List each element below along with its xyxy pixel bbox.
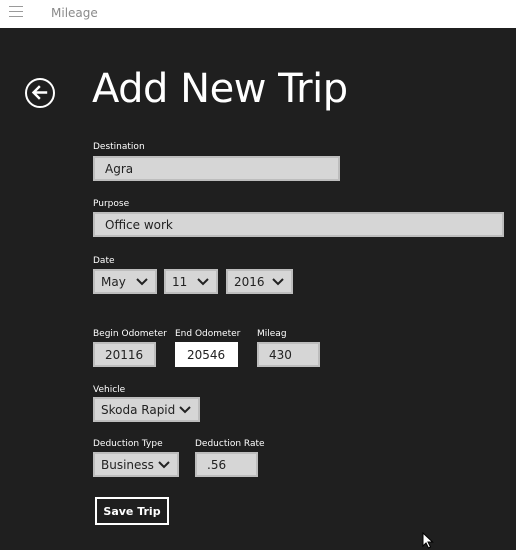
vehicle-select[interactable]: Skoda Rapid [93,397,200,422]
title-bar: Mileage [0,0,516,28]
mileage-label: Mileag [257,329,287,339]
destination-input[interactable] [93,156,340,181]
day-value: 11 [172,274,188,289]
year-select[interactable]: 2016 [226,269,293,294]
purpose-label: Purpose [93,199,130,209]
chevron-down-icon [272,277,284,285]
page-title: Add New Trip [92,66,348,112]
begin-odometer-input[interactable] [93,342,156,367]
end-odometer-label: End Odometer [175,329,241,339]
deduction-type-value: Business [101,457,154,472]
destination-label: Destination [93,142,145,152]
deduction-rate-label: Deduction Rate [195,439,265,449]
save-trip-button[interactable]: Save Trip [95,497,169,525]
app-title: Mileage [51,6,98,20]
month-select[interactable]: May [93,269,157,294]
chevron-down-icon [136,277,148,285]
deduction-type-select[interactable]: Business [93,452,179,477]
month-value: May [101,274,126,289]
purpose-input[interactable] [93,212,504,237]
back-button[interactable] [25,78,55,108]
deduction-type-label: Deduction Type [93,439,163,449]
back-arrow-icon [31,85,48,100]
date-label: Date [93,256,115,266]
year-value: 2016 [234,274,265,289]
day-select[interactable]: 11 [164,269,218,294]
mouse-cursor-icon [422,532,434,549]
vehicle-value: Skoda Rapid [101,402,176,417]
hamburger-icon[interactable] [9,6,23,20]
begin-odometer-label: Begin Odometer [93,329,167,339]
mileage-input[interactable] [257,342,320,367]
end-odometer-input[interactable] [175,342,238,367]
chevron-down-icon [179,405,191,413]
vehicle-label: Vehicle [93,385,126,395]
chevron-down-icon [158,460,170,468]
chevron-down-icon [197,277,209,285]
deduction-rate-input[interactable] [195,452,258,477]
